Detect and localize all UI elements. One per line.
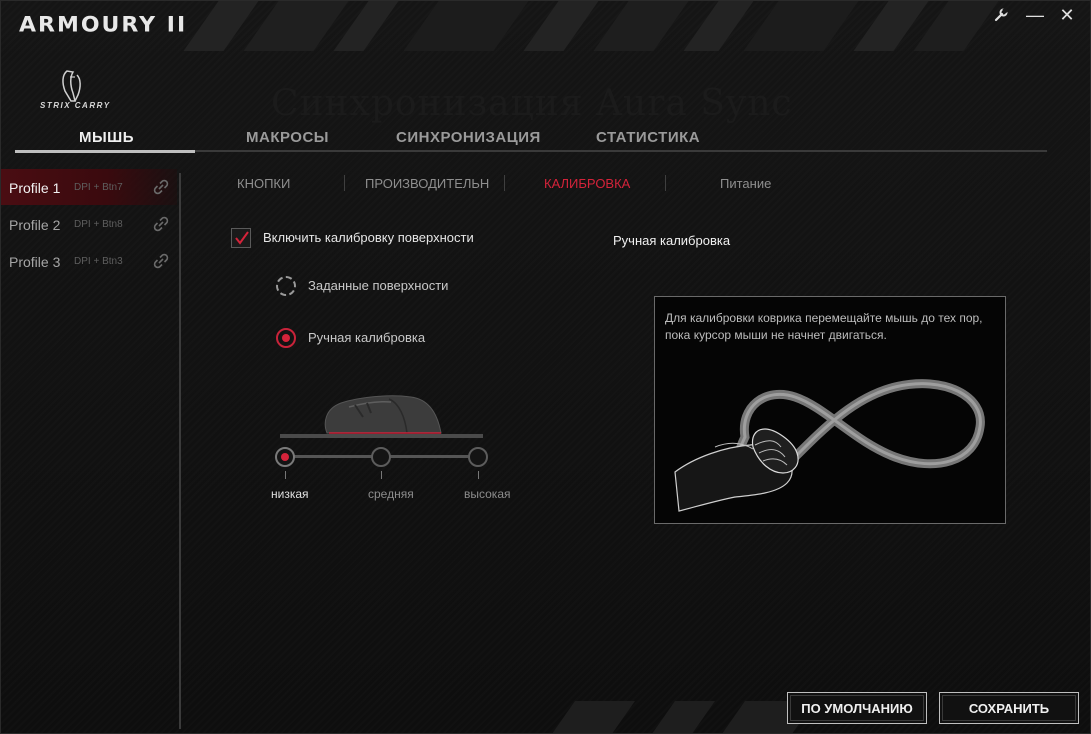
minimize-button[interactable]: — [1021, 3, 1049, 27]
settings-button[interactable] [987, 3, 1015, 27]
level-medium-label[interactable]: средняя [368, 487, 414, 501]
profile-item-1[interactable]: Profile 1 DPI + Btn7 [1, 169, 177, 205]
manual-calibration-label: Ручная калибровка [308, 330, 426, 345]
subtab-separator [665, 175, 666, 191]
subtab-separator [504, 175, 505, 191]
tab-sync[interactable]: СИНХРОНИЗАЦИЯ [396, 129, 541, 146]
profile-shortcut: DPI + Btn8 [74, 219, 123, 230]
sidebar-divider [179, 173, 181, 729]
checkmark-icon [235, 231, 249, 245]
background-title: Синхронизация Aura Sync [271, 83, 793, 124]
profile-name: Profile 1 [9, 180, 61, 196]
default-button[interactable]: ПО УМОЛЧАНИЮ [787, 692, 927, 724]
link-icon[interactable] [153, 253, 169, 269]
link-icon[interactable] [153, 216, 169, 232]
wrench-icon [994, 7, 1009, 22]
profile-name: Profile 3 [9, 254, 61, 270]
app-window: ARMOURY II — ✕ STRIX CARRY Синхронизация… [0, 0, 1091, 734]
preset-surfaces-label: Заданные поверхности [308, 278, 449, 293]
calibration-instruction-text: Для калибровки коврика перемещайте мышь … [665, 311, 983, 342]
profile-item-2[interactable]: Profile 2 DPI + Btn8 [1, 206, 177, 242]
subtab-performance[interactable]: ПРОИЗВОДИТЕЛЬН [365, 176, 489, 191]
manual-calibration-radio[interactable] [276, 328, 296, 348]
level-tick [285, 471, 286, 479]
app-title: ARMOURY II [19, 13, 188, 38]
active-tab-indicator [15, 150, 195, 153]
level-low-label[interactable]: низкая [271, 487, 309, 501]
link-icon[interactable] [153, 179, 169, 195]
save-button[interactable]: СОХРАНИТЬ [939, 692, 1079, 724]
preset-surfaces-radio[interactable] [276, 276, 296, 296]
tab-macros[interactable]: МАКРОСЫ [246, 129, 329, 146]
level-low-knob[interactable] [275, 447, 295, 467]
title-bar: ARMOURY II — ✕ [1, 1, 1090, 53]
profile-item-3[interactable]: Profile 3 DPI + Btn3 [1, 243, 177, 279]
subtab-separator [344, 175, 345, 191]
tab-mouse[interactable]: МЫШЬ [79, 129, 134, 146]
level-tick [381, 471, 382, 479]
close-icon: ✕ [1059, 4, 1075, 25]
level-tick [478, 471, 479, 479]
enable-calibration-label: Включить калибровку поверхности [263, 230, 474, 245]
level-high-knob[interactable] [468, 447, 488, 467]
subtab-buttons[interactable]: КНОПКИ [237, 176, 290, 191]
profile-shortcut: DPI + Btn7 [74, 182, 123, 193]
subtab-calibration[interactable]: КАЛИБРОВКА [544, 176, 630, 191]
main-tabs: МЫШЬ МАКРОСЫ СИНХРОНИЗАЦИЯ СТАТИСТИКА [15, 125, 1047, 153]
minimize-icon: — [1026, 4, 1044, 25]
level-medium-knob[interactable] [371, 447, 391, 467]
profile-name: Profile 2 [9, 217, 61, 233]
mouse-illustration [324, 395, 442, 434]
profile-sidebar: Profile 1 DPI + Btn7 Profile 2 DPI + Btn… [1, 169, 179, 729]
level-high-label[interactable]: высокая [464, 487, 511, 501]
close-button[interactable]: ✕ [1053, 3, 1081, 27]
tab-stats[interactable]: СТАТИСТИКА [596, 129, 700, 146]
enable-calibration-checkbox[interactable] [231, 228, 251, 248]
subtab-power[interactable]: Питание [720, 176, 771, 191]
profile-shortcut: DPI + Btn3 [74, 256, 123, 267]
calibration-instruction-panel: Для калибровки коврика перемещайте мышь … [654, 296, 1006, 524]
surface-bar [280, 434, 483, 438]
manual-calibration-title: Ручная калибровка [613, 233, 731, 248]
device-name: STRIX CARRY [40, 101, 111, 110]
